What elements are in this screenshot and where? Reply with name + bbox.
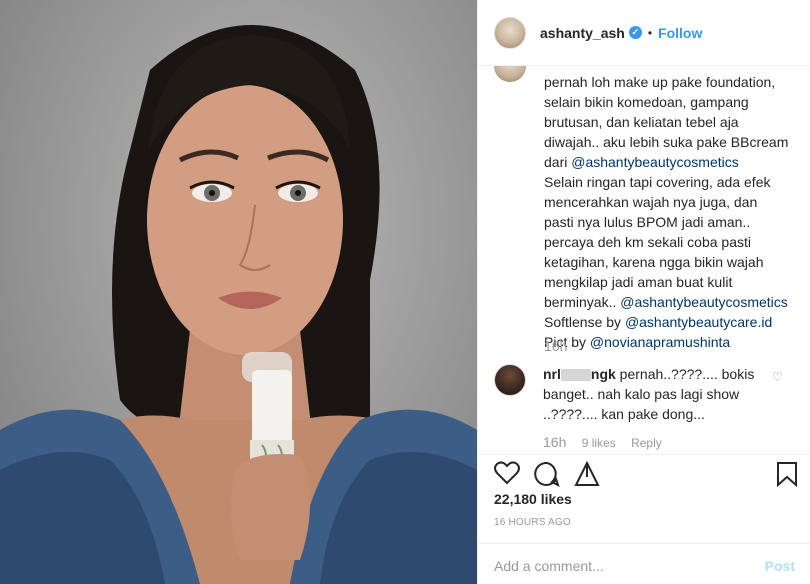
caption-line: diwajah.. aku lebih suka pake BBcream xyxy=(544,134,789,150)
comments-list[interactable]: pernah loh make up pake foundation, sela… xyxy=(478,66,810,454)
comment-timestamp[interactable]: 16h xyxy=(543,434,566,450)
post-detail-panel: ashanty_ash ✓ • Follow pernah loh make u… xyxy=(477,0,810,584)
post-caption: pernah loh make up pake foundation, sela… xyxy=(544,72,799,352)
caption-line: pasti nya lulus BPOM jadi aman.. xyxy=(544,214,751,230)
caption-author-avatar[interactable] xyxy=(494,66,526,82)
separator-dot: • xyxy=(647,25,653,40)
caption-line: Selain ringan tapi covering, ada efek xyxy=(544,174,771,190)
author-username[interactable]: ashanty_ash xyxy=(540,25,625,41)
heart-icon[interactable] xyxy=(494,461,520,485)
commenter-username[interactable]: nrl ngk xyxy=(543,366,616,382)
action-icons xyxy=(494,459,799,491)
comment-text: nrl ngk pernah..????.... bokis banget.. n… xyxy=(543,366,755,422)
post-timestamp[interactable]: 16 HOURS AGO xyxy=(494,517,571,528)
caption-line: mencerahkan wajah nya juga, dan xyxy=(544,194,758,210)
caption-line: selain bikin komedoan, gampang xyxy=(544,94,749,110)
caption-line: dari @ashantybeautycosmetics xyxy=(544,154,739,170)
mention-link[interactable]: @novianapramushinta xyxy=(590,334,730,350)
caption-line: pernah loh make up pake foundation, xyxy=(544,74,776,90)
heart-small-icon[interactable]: ♡ xyxy=(772,370,783,384)
caption-line: ketagihan, karena ngga bikin wajah xyxy=(544,254,764,270)
comment-icon[interactable] xyxy=(534,461,560,487)
likes-count[interactable]: 22,180 likes xyxy=(494,491,572,507)
comment-meta: 16h 9 likes Reply xyxy=(543,434,674,450)
post-photo[interactable] xyxy=(0,0,477,584)
caption-line: percaya deh km sekali coba pasti xyxy=(544,234,751,250)
comment-likes[interactable]: 9 likes xyxy=(582,436,616,450)
mention-link[interactable]: @ashantybeautycosmetics xyxy=(571,154,739,170)
portrait-image xyxy=(0,25,477,584)
commenter-avatar[interactable] xyxy=(494,364,526,396)
redacted-block xyxy=(560,369,591,382)
caption-timestamp[interactable]: 16h xyxy=(544,338,567,354)
share-icon[interactable] xyxy=(574,461,600,487)
verified-badge-icon: ✓ xyxy=(628,26,642,39)
comment-input[interactable]: Add a comment... xyxy=(494,558,604,574)
add-comment-bar: Add a comment... Post xyxy=(478,543,810,584)
post-header: ashanty_ash ✓ • Follow xyxy=(478,0,810,66)
mention-link[interactable]: @ashantybeautycare.id xyxy=(625,314,772,330)
author-avatar[interactable] xyxy=(494,16,526,49)
reply-button[interactable]: Reply xyxy=(631,436,662,450)
caption-line: Pict by @novianapramushinta xyxy=(544,334,731,350)
mention-link[interactable]: @ashantybeautycosmetics xyxy=(620,294,788,310)
caption-line: berminyak.. @ashantybeautycosmetics xyxy=(544,294,788,310)
bookmark-icon[interactable] xyxy=(776,461,798,487)
follow-button[interactable]: Follow xyxy=(658,25,702,41)
caption-line: mengkilap jadi aman buat kulit xyxy=(544,274,733,290)
post-actions: 22,180 likes 16 HOURS AGO Add a comment.… xyxy=(478,454,810,584)
caption-line: Softlense by @ashantybeautycare.id xyxy=(544,314,773,330)
caption-line: brutusan, dan keliatan tebel aja xyxy=(544,114,739,130)
post-comment-button[interactable]: Post xyxy=(765,558,795,574)
